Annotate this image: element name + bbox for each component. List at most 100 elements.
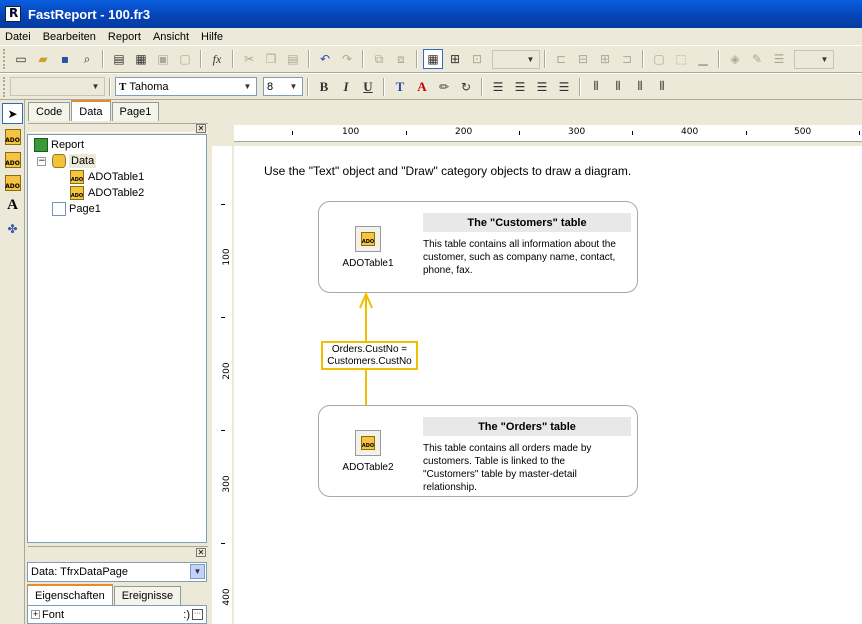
tab-ereignisse[interactable]: Ereignisse bbox=[113, 586, 182, 605]
arrow-icon[interactable]: ➤ bbox=[2, 103, 23, 124]
copy-icon[interactable]: ❐ bbox=[261, 49, 281, 69]
toolbar-grip[interactable] bbox=[3, 76, 6, 97]
toolbar-grip[interactable] bbox=[3, 49, 6, 69]
font-name-combo[interactable]: T Tahoma ▼ bbox=[115, 77, 257, 96]
frame-color-icon[interactable]: ✎ bbox=[747, 49, 767, 69]
space-horizontally-icon[interactable]: ⊞ bbox=[595, 49, 615, 69]
frame-all-icon[interactable]: ▢ bbox=[649, 49, 669, 69]
bold-icon[interactable]: B bbox=[314, 77, 334, 97]
frame-width-combo[interactable]: ▼ bbox=[794, 49, 834, 69]
ado-table-icon[interactable]: ADO bbox=[355, 430, 381, 456]
frame-none-icon[interactable]: ⬚ bbox=[671, 49, 691, 69]
font-settings-icon[interactable]: T bbox=[390, 77, 410, 97]
style-combo[interactable]: ▼ bbox=[10, 77, 105, 96]
tab-data[interactable]: Data bbox=[71, 100, 111, 121]
align-to-grid-icon[interactable]: ⊞ bbox=[445, 49, 465, 69]
new-dialog-icon[interactable]: ▦ bbox=[131, 49, 151, 69]
group-icon[interactable]: ⧉ bbox=[369, 49, 389, 69]
menu-report[interactable]: Report bbox=[108, 31, 141, 43]
valign-bottom-icon[interactable]: ⦀ bbox=[630, 77, 650, 97]
page-icon bbox=[52, 202, 66, 216]
text-justify-icon[interactable]: ☰ bbox=[554, 77, 574, 97]
inspector-close-icon[interactable]: ✕ bbox=[196, 548, 206, 557]
panel-splitter[interactable] bbox=[28, 546, 208, 556]
text-icon[interactable]: A bbox=[2, 195, 23, 216]
text-align-right-icon[interactable]: ☰ bbox=[532, 77, 552, 97]
menu-bearbeiten[interactable]: Bearbeiten bbox=[43, 31, 96, 43]
new-icon[interactable]: ▭ bbox=[11, 49, 31, 69]
page-settings-icon[interactable]: ▢ bbox=[175, 49, 195, 69]
tree-label: ADOTable2 bbox=[88, 187, 145, 199]
tree-node-page1[interactable]: Page1 bbox=[52, 202, 101, 216]
window-title: FastReport - 100.fr3 bbox=[28, 6, 151, 22]
fill-color-icon[interactable]: ◈ bbox=[725, 49, 745, 69]
orders-table-box[interactable]: ADO ADOTable2 The "Orders" table This ta… bbox=[318, 405, 638, 497]
font-name-value: Tahoma bbox=[129, 80, 169, 93]
ruler-tick bbox=[519, 131, 520, 135]
underline-icon[interactable]: U bbox=[358, 77, 378, 97]
text-align-center-icon[interactable]: ☰ bbox=[510, 77, 530, 97]
toolbar-separator bbox=[109, 77, 111, 96]
ado-query-icon[interactable]: ADO bbox=[2, 149, 23, 170]
delete-page-icon[interactable]: ▣ bbox=[153, 49, 173, 69]
tab-eigenschaften[interactable]: Eigenschaften bbox=[27, 584, 113, 605]
tab-code[interactable]: Code bbox=[28, 102, 71, 121]
tree-close-icon[interactable]: ✕ bbox=[196, 124, 206, 133]
tools-icon[interactable]: ✤ bbox=[2, 218, 23, 239]
tree-node-adotable1[interactable]: ADO ADOTable1 bbox=[70, 170, 144, 184]
paste-icon[interactable]: ▤ bbox=[283, 49, 303, 69]
rotation-icon[interactable]: ↻ bbox=[456, 77, 476, 97]
collapse-icon[interactable]: − bbox=[37, 157, 46, 166]
relation-arrow[interactable] bbox=[234, 146, 862, 624]
function-icon[interactable]: fx bbox=[207, 49, 227, 69]
ado-table-icon[interactable]: ADO bbox=[2, 126, 23, 147]
align-centers-icon[interactable]: ⊟ bbox=[573, 49, 593, 69]
ado-database-icon[interactable]: ADO bbox=[2, 172, 23, 193]
preview-icon[interactable]: ⌕ bbox=[77, 49, 97, 69]
toolbar-separator bbox=[232, 50, 234, 68]
font-color-icon[interactable]: A bbox=[412, 77, 432, 97]
align-right-edges-icon[interactable]: ⊐ bbox=[617, 49, 637, 69]
expand-icon[interactable]: + bbox=[31, 610, 40, 619]
show-grid-icon[interactable]: ▦ bbox=[423, 49, 443, 69]
cut-icon[interactable]: ✂ bbox=[239, 49, 259, 69]
save-icon[interactable]: ▪ bbox=[55, 49, 75, 69]
zoom-combo[interactable]: ▼ bbox=[492, 49, 540, 69]
property-name-font[interactable]: Font bbox=[42, 609, 64, 621]
new-page-icon[interactable]: ▤ bbox=[109, 49, 129, 69]
valign-top-icon[interactable]: ⦀ bbox=[586, 77, 606, 97]
table-header[interactable]: The "Orders" table bbox=[423, 417, 631, 436]
menu-hilfe[interactable]: Hilfe bbox=[201, 31, 223, 43]
tree-node-adotable2[interactable]: ADO ADOTable2 bbox=[70, 186, 144, 200]
align-left-edges-icon[interactable]: ⊏ bbox=[551, 49, 571, 69]
object-toolstrip: ➤ ADO ADO ADO A ✤ bbox=[0, 100, 25, 624]
property-value-font[interactable]: :) bbox=[183, 609, 190, 621]
tab-page1[interactable]: Page1 bbox=[111, 102, 160, 121]
object-inspector-combo[interactable]: Data: TfrxDataPage ▼ bbox=[27, 562, 207, 582]
frame-bottom-icon[interactable]: ▁ bbox=[693, 49, 713, 69]
font-size-combo[interactable]: 8 ▼ bbox=[263, 77, 303, 96]
relation-line2: Customers.CustNo bbox=[327, 356, 412, 367]
tree-node-report[interactable]: Report bbox=[34, 138, 84, 152]
open-icon[interactable]: ▰ bbox=[33, 49, 53, 69]
table-description[interactable]: This table contains all orders made by c… bbox=[423, 442, 623, 494]
ado-table-icon: ADO bbox=[70, 186, 84, 200]
tree-node-data[interactable]: Data bbox=[52, 154, 97, 168]
ungroup-icon[interactable]: ⧈ bbox=[391, 49, 411, 69]
menu-datei[interactable]: Datei bbox=[5, 31, 31, 43]
text-align-left-icon[interactable]: ☰ bbox=[488, 77, 508, 97]
valign-justify-icon[interactable]: ⦀ bbox=[652, 77, 672, 97]
frame-style-icon[interactable]: ☰ bbox=[769, 49, 789, 69]
ruler-label: 400 bbox=[222, 588, 232, 606]
fastreport-app-icon bbox=[5, 6, 21, 22]
valign-center-icon[interactable]: ⦀ bbox=[608, 77, 628, 97]
fit-to-grid-icon[interactable]: ⊡ bbox=[467, 49, 487, 69]
relation-label[interactable]: Orders.CustNo = Customers.CustNo bbox=[321, 341, 418, 370]
italic-icon[interactable]: I bbox=[336, 77, 356, 97]
highlight-icon[interactable]: ✏ bbox=[434, 77, 454, 97]
undo-icon[interactable]: ↶ bbox=[315, 49, 335, 69]
ellipsis-button[interactable]: ··· bbox=[192, 609, 203, 620]
menu-ansicht[interactable]: Ansicht bbox=[153, 31, 189, 43]
report-page[interactable]: Use the "Text" object and "Draw" categor… bbox=[234, 146, 862, 624]
redo-icon[interactable]: ↷ bbox=[337, 49, 357, 69]
